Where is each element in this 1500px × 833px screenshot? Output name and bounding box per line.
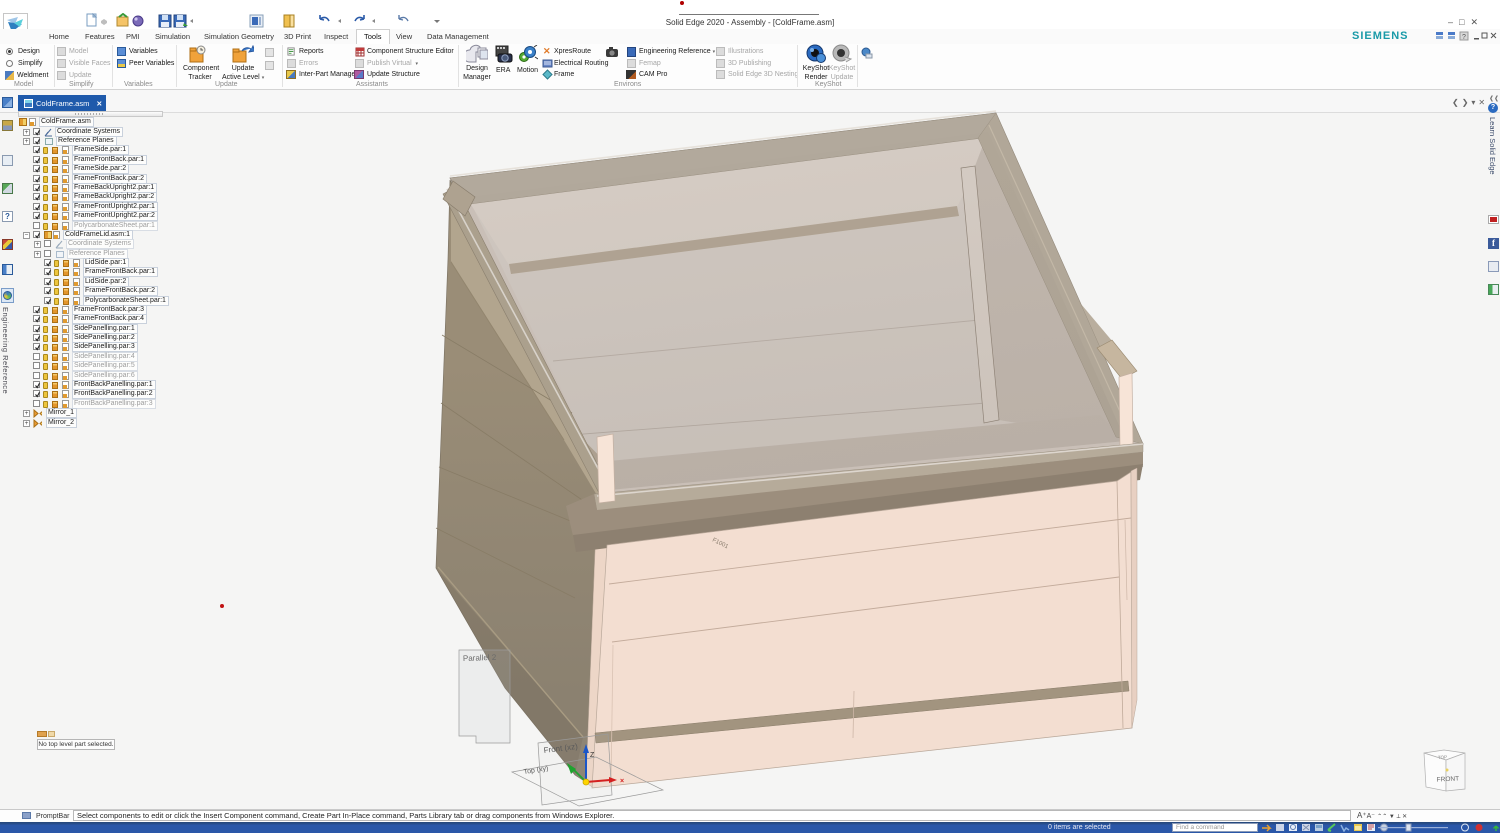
svg-text:FRONT: FRONT — [1437, 775, 1460, 783]
svg-text:Parallel 2: Parallel 2 — [463, 653, 497, 663]
svg-text:Z: Z — [590, 752, 595, 759]
svg-text:TOP: TOP — [1438, 755, 1447, 760]
svg-text:×: × — [620, 778, 624, 785]
svg-text:?: ? — [1462, 34, 1466, 41]
